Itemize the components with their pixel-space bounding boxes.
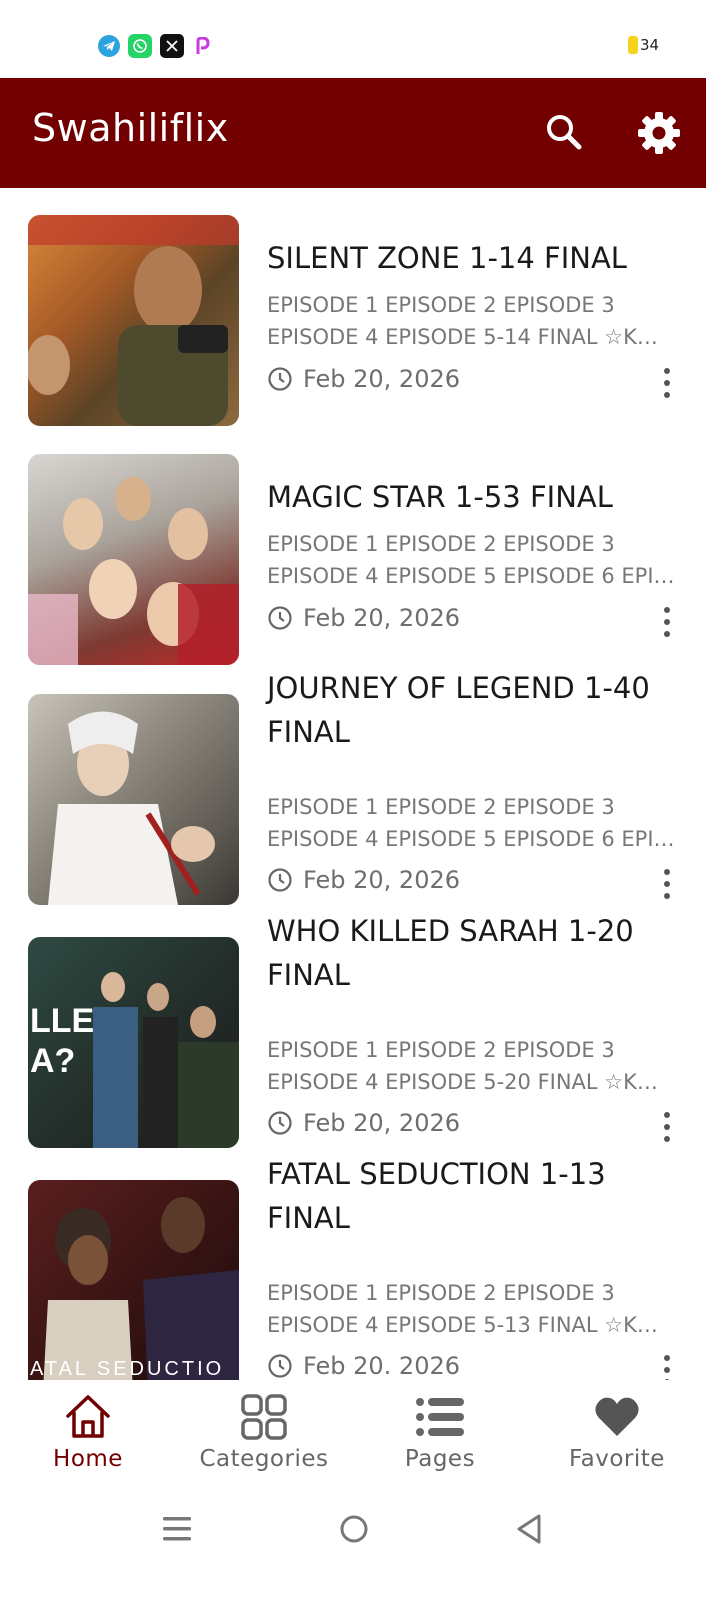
list-item[interactable]: MAGIC STAR 1-53 FINAL EPISODE 1 EPISODE … xyxy=(0,427,706,666)
nav-pages-label: Pages xyxy=(404,1446,476,1472)
post-thumbnail[interactable]: ATAL SEDUCTIO xyxy=(28,1180,239,1380)
nav-home[interactable]: Home xyxy=(0,1392,178,1472)
post-thumbnail[interactable] xyxy=(28,215,239,426)
nav-favorite[interactable]: Favorite xyxy=(527,1392,707,1472)
post-excerpt: EPISODE 1 EPISODE 2 EPISODE 3 EPISODE 4 … xyxy=(267,795,675,851)
more-dot xyxy=(664,1124,670,1130)
post-date-text: Feb 20, 2026 xyxy=(303,365,460,393)
more-dot xyxy=(664,380,670,386)
more-options-button[interactable] xyxy=(656,1352,678,1380)
post-date: Feb 20, 2026 xyxy=(267,866,460,894)
post-title[interactable]: SILENT ZONE 1-14 FINAL xyxy=(267,236,687,280)
post-date: Feb 20, 2026 xyxy=(267,365,460,393)
more-vertical-icon xyxy=(664,1112,670,1118)
list-icon xyxy=(416,1398,464,1436)
app-title: Swahiliflix xyxy=(32,106,229,150)
post-thumbnail[interactable] xyxy=(28,694,239,905)
post-date-text: Feb 20, 2026 xyxy=(303,866,460,894)
more-vertical-icon xyxy=(664,607,670,613)
post-excerpt: EPISODE 1 EPISODE 2 EPISODE 3 EPISODE 4 … xyxy=(267,532,675,588)
more-dot xyxy=(664,631,670,637)
more-dot xyxy=(664,392,670,398)
whatsapp-icon xyxy=(128,34,152,58)
post-excerpt: EPISODE 1 EPISODE 2 EPISODE 3 EPISODE 4 … xyxy=(267,1038,658,1094)
more-dot xyxy=(664,881,670,887)
clock-icon xyxy=(268,1354,292,1378)
gear-icon xyxy=(638,112,680,154)
system-navigation-bar xyxy=(0,1500,720,1600)
recent-apps-icon[interactable] xyxy=(160,1514,194,1544)
post-title[interactable]: MAGIC STAR 1-53 FINAL xyxy=(267,475,687,519)
x-icon xyxy=(160,34,184,58)
more-options-button[interactable] xyxy=(656,604,678,640)
post-date-text: Feb 20, 2026 xyxy=(303,604,460,632)
list-item[interactable]: LLED A? WHO KILLED SARAH 1-20 FINAL EPIS… xyxy=(0,909,706,1152)
clock-icon xyxy=(268,868,292,892)
battery-indicator: 34 xyxy=(628,36,659,54)
post-excerpt: EPISODE 1 EPISODE 2 EPISODE 3 EPISODE 4 … xyxy=(267,1281,658,1337)
list-item[interactable]: ATAL SEDUCTIO FATAL SEDUCTION 1-13 FINAL… xyxy=(0,1152,706,1380)
list-item[interactable]: JOURNEY OF LEGEND 1-40 FINAL EPISODE 1 E… xyxy=(0,666,706,909)
battery-icon xyxy=(628,36,638,54)
svg-text:A?: A? xyxy=(30,1042,75,1080)
nav-categories[interactable]: Categories xyxy=(174,1392,354,1472)
more-dot xyxy=(664,1367,670,1373)
clock-icon xyxy=(268,1111,292,1135)
telegram-icon xyxy=(98,35,120,57)
nav-home-label: Home xyxy=(53,1446,123,1472)
post-title-text[interactable]: JOURNEY OF LEGEND 1-40 FINAL xyxy=(267,666,687,754)
home-circle-icon[interactable] xyxy=(337,1512,371,1546)
post-title-text[interactable]: WHO KILLED SARAH 1-20 FINAL xyxy=(267,909,687,997)
post-date: Feb 20, 2026 xyxy=(267,1109,460,1137)
notification-icons xyxy=(98,34,214,58)
more-options-button[interactable] xyxy=(656,1109,678,1145)
post-list: SILENT ZONE 1-14 FINAL EPISODE 1 EPISODE… xyxy=(0,188,706,1380)
app-bar: Swahiliflix xyxy=(0,78,706,188)
nav-categories-label: Categories xyxy=(199,1446,329,1472)
nav-pages[interactable]: Pages xyxy=(350,1392,530,1472)
more-dot xyxy=(664,893,670,899)
post-thumbnail[interactable]: LLED A? xyxy=(28,937,239,1148)
more-vertical-icon xyxy=(664,1355,670,1361)
more-options-button[interactable] xyxy=(656,866,678,902)
thumbnail-caption: ATAL SEDUCTIO xyxy=(30,1358,224,1380)
more-vertical-icon xyxy=(664,869,670,875)
back-icon[interactable] xyxy=(512,1512,546,1546)
post-title-text[interactable]: FATAL SEDUCTION 1-13 FINAL xyxy=(267,1152,687,1240)
more-vertical-icon xyxy=(664,368,670,374)
clock-icon xyxy=(268,367,292,391)
search-icon xyxy=(547,115,582,150)
categories-icon xyxy=(241,1394,287,1440)
search-button[interactable] xyxy=(540,108,588,156)
clock-icon xyxy=(268,606,292,630)
post-thumbnail[interactable] xyxy=(28,454,239,665)
more-dot xyxy=(664,1136,670,1142)
settings-button[interactable] xyxy=(634,108,684,158)
post-date: Feb 20. 2026 xyxy=(267,1352,460,1380)
more-dot xyxy=(664,619,670,625)
bottom-navigation: Home Categories Pages Favorite xyxy=(0,1380,720,1500)
post-date-text: Feb 20. 2026 xyxy=(303,1352,460,1380)
post-date: Feb 20, 2026 xyxy=(267,604,460,632)
picsart-icon xyxy=(192,35,214,57)
battery-level: 34 xyxy=(640,36,660,54)
nav-favorite-label: Favorite xyxy=(569,1446,665,1472)
status-bar: 34 xyxy=(0,0,720,80)
post-excerpt: EPISODE 1 EPISODE 2 EPISODE 3 EPISODE 4 … xyxy=(267,293,658,349)
more-options-button[interactable] xyxy=(656,365,678,401)
list-item[interactable]: SILENT ZONE 1-14 FINAL EPISODE 1 EPISODE… xyxy=(0,188,706,427)
post-date-text: Feb 20, 2026 xyxy=(303,1109,460,1137)
home-icon xyxy=(66,1395,110,1438)
heart-icon xyxy=(595,1397,639,1436)
